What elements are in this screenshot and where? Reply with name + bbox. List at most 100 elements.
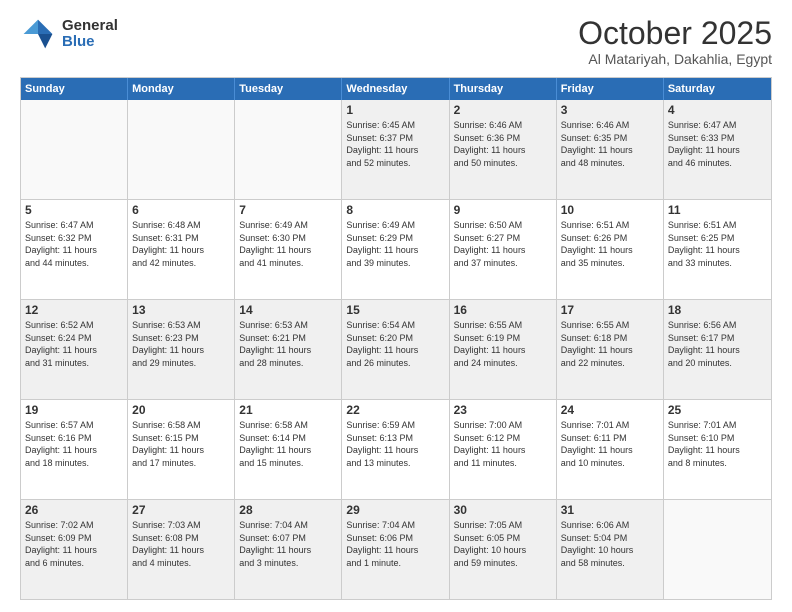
empty-cell [128, 100, 235, 199]
day-info: Sunrise: 6:59 AM Sunset: 6:13 PM Dayligh… [346, 419, 444, 469]
calendar-week-5: 26 Sunrise: 7:02 AM Sunset: 6:09 PM Dayli… [21, 499, 771, 599]
logo: General Blue [20, 16, 118, 52]
day-cell-2: 2 Sunrise: 6:46 AM Sunset: 6:36 PM Daylig… [450, 100, 557, 199]
day-header-sunday: Sunday [21, 78, 128, 100]
month-title: October 2025 [578, 16, 772, 51]
day-header-wednesday: Wednesday [342, 78, 449, 100]
day-number: 6 [132, 203, 230, 217]
day-cell-16: 16 Sunrise: 6:55 AM Sunset: 6:19 PM Dayli… [450, 300, 557, 399]
day-number: 10 [561, 203, 659, 217]
day-cell-12: 12 Sunrise: 6:52 AM Sunset: 6:24 PM Dayli… [21, 300, 128, 399]
day-number: 19 [25, 403, 123, 417]
day-header-friday: Friday [557, 78, 664, 100]
day-info: Sunrise: 6:51 AM Sunset: 6:25 PM Dayligh… [668, 219, 767, 269]
day-number: 5 [25, 203, 123, 217]
day-cell-31: 31 Sunrise: 6:06 AM Sunset: 5:04 PM Dayli… [557, 500, 664, 599]
day-info: Sunrise: 6:53 AM Sunset: 6:21 PM Dayligh… [239, 319, 337, 369]
day-header-tuesday: Tuesday [235, 78, 342, 100]
day-info: Sunrise: 6:49 AM Sunset: 6:30 PM Dayligh… [239, 219, 337, 269]
day-info: Sunrise: 7:02 AM Sunset: 6:09 PM Dayligh… [25, 519, 123, 569]
day-number: 28 [239, 503, 337, 517]
day-number: 4 [668, 103, 767, 117]
logo-text: General Blue [62, 18, 118, 51]
day-info: Sunrise: 6:54 AM Sunset: 6:20 PM Dayligh… [346, 319, 444, 369]
day-info: Sunrise: 7:01 AM Sunset: 6:11 PM Dayligh… [561, 419, 659, 469]
calendar-week-2: 5 Sunrise: 6:47 AM Sunset: 6:32 PM Daylig… [21, 199, 771, 299]
day-info: Sunrise: 6:47 AM Sunset: 6:32 PM Dayligh… [25, 219, 123, 269]
day-info: Sunrise: 7:01 AM Sunset: 6:10 PM Dayligh… [668, 419, 767, 469]
day-info: Sunrise: 6:49 AM Sunset: 6:29 PM Dayligh… [346, 219, 444, 269]
day-number: 23 [454, 403, 552, 417]
day-cell-26: 26 Sunrise: 7:02 AM Sunset: 6:09 PM Dayli… [21, 500, 128, 599]
logo-blue-text: Blue [62, 34, 118, 51]
day-info: Sunrise: 6:51 AM Sunset: 6:26 PM Dayligh… [561, 219, 659, 269]
empty-cell [235, 100, 342, 199]
day-number: 8 [346, 203, 444, 217]
day-number: 16 [454, 303, 552, 317]
day-cell-14: 14 Sunrise: 6:53 AM Sunset: 6:21 PM Dayli… [235, 300, 342, 399]
day-info: Sunrise: 7:05 AM Sunset: 6:05 PM Dayligh… [454, 519, 552, 569]
day-cell-18: 18 Sunrise: 6:56 AM Sunset: 6:17 PM Dayli… [664, 300, 771, 399]
day-cell-21: 21 Sunrise: 6:58 AM Sunset: 6:14 PM Dayli… [235, 400, 342, 499]
day-number: 22 [346, 403, 444, 417]
day-number: 25 [668, 403, 767, 417]
day-cell-6: 6 Sunrise: 6:48 AM Sunset: 6:31 PM Daylig… [128, 200, 235, 299]
day-info: Sunrise: 6:48 AM Sunset: 6:31 PM Dayligh… [132, 219, 230, 269]
day-number: 18 [668, 303, 767, 317]
day-cell-8: 8 Sunrise: 6:49 AM Sunset: 6:29 PM Daylig… [342, 200, 449, 299]
day-cell-20: 20 Sunrise: 6:58 AM Sunset: 6:15 PM Dayli… [128, 400, 235, 499]
header: General Blue October 2025 Al Matariyah, … [20, 16, 772, 67]
day-number: 29 [346, 503, 444, 517]
day-cell-11: 11Sunrise: 6:51 AM Sunset: 6:25 PM Dayli… [664, 200, 771, 299]
day-number: 2 [454, 103, 552, 117]
day-cell-27: 27 Sunrise: 7:03 AM Sunset: 6:08 PM Dayli… [128, 500, 235, 599]
day-info: Sunrise: 7:00 AM Sunset: 6:12 PM Dayligh… [454, 419, 552, 469]
day-cell-23: 23 Sunrise: 7:00 AM Sunset: 6:12 PM Dayli… [450, 400, 557, 499]
day-info: Sunrise: 6:55 AM Sunset: 6:19 PM Dayligh… [454, 319, 552, 369]
day-number: 30 [454, 503, 552, 517]
day-info: Sunrise: 6:53 AM Sunset: 6:23 PM Dayligh… [132, 319, 230, 369]
day-number: 3 [561, 103, 659, 117]
day-info: Sunrise: 6:46 AM Sunset: 6:36 PM Dayligh… [454, 119, 552, 169]
day-cell-1: 1Sunrise: 6:45 AM Sunset: 6:37 PM Daylig… [342, 100, 449, 199]
day-cell-28: 28 Sunrise: 7:04 AM Sunset: 6:07 PM Dayli… [235, 500, 342, 599]
day-info: Sunrise: 6:46 AM Sunset: 6:35 PM Dayligh… [561, 119, 659, 169]
day-info: Sunrise: 6:50 AM Sunset: 6:27 PM Dayligh… [454, 219, 552, 269]
day-info: Sunrise: 6:06 AM Sunset: 5:04 PM Dayligh… [561, 519, 659, 569]
day-number: 31 [561, 503, 659, 517]
day-number: 26 [25, 503, 123, 517]
empty-cell [664, 500, 771, 599]
calendar: SundayMondayTuesdayWednesdayThursdayFrid… [20, 77, 772, 600]
day-info: Sunrise: 6:58 AM Sunset: 6:14 PM Dayligh… [239, 419, 337, 469]
day-cell-10: 10 Sunrise: 6:51 AM Sunset: 6:26 PM Dayli… [557, 200, 664, 299]
day-cell-29: 29 Sunrise: 7:04 AM Sunset: 6:06 PM Dayli… [342, 500, 449, 599]
day-number: 27 [132, 503, 230, 517]
day-info: Sunrise: 6:56 AM Sunset: 6:17 PM Dayligh… [668, 319, 767, 369]
day-info: Sunrise: 7:04 AM Sunset: 6:06 PM Dayligh… [346, 519, 444, 569]
day-number: 12 [25, 303, 123, 317]
day-cell-22: 22 Sunrise: 6:59 AM Sunset: 6:13 PM Dayli… [342, 400, 449, 499]
day-cell-24: 24 Sunrise: 7:01 AM Sunset: 6:11 PM Dayli… [557, 400, 664, 499]
logo-icon [20, 16, 56, 52]
day-info: Sunrise: 7:04 AM Sunset: 6:07 PM Dayligh… [239, 519, 337, 569]
empty-cell [21, 100, 128, 199]
day-info: Sunrise: 6:47 AM Sunset: 6:33 PM Dayligh… [668, 119, 767, 169]
day-info: Sunrise: 7:03 AM Sunset: 6:08 PM Dayligh… [132, 519, 230, 569]
day-number: 17 [561, 303, 659, 317]
day-header-thursday: Thursday [450, 78, 557, 100]
day-number: 24 [561, 403, 659, 417]
day-number: 21 [239, 403, 337, 417]
day-number: 9 [454, 203, 552, 217]
day-cell-4: 4 Sunrise: 6:47 AM Sunset: 6:33 PM Daylig… [664, 100, 771, 199]
day-cell-17: 17Sunrise: 6:55 AM Sunset: 6:18 PM Dayli… [557, 300, 664, 399]
day-info: Sunrise: 6:57 AM Sunset: 6:16 PM Dayligh… [25, 419, 123, 469]
day-cell-7: 7Sunrise: 6:49 AM Sunset: 6:30 PM Daylig… [235, 200, 342, 299]
day-number: 14 [239, 303, 337, 317]
day-info: Sunrise: 6:58 AM Sunset: 6:15 PM Dayligh… [132, 419, 230, 469]
day-number: 13 [132, 303, 230, 317]
day-cell-3: 3 Sunrise: 6:46 AM Sunset: 6:35 PM Daylig… [557, 100, 664, 199]
day-cell-25: 25 Sunrise: 7:01 AM Sunset: 6:10 PM Dayli… [664, 400, 771, 499]
day-info: Sunrise: 6:52 AM Sunset: 6:24 PM Dayligh… [25, 319, 123, 369]
location-title: Al Matariyah, Dakahlia, Egypt [578, 51, 772, 67]
day-number: 20 [132, 403, 230, 417]
